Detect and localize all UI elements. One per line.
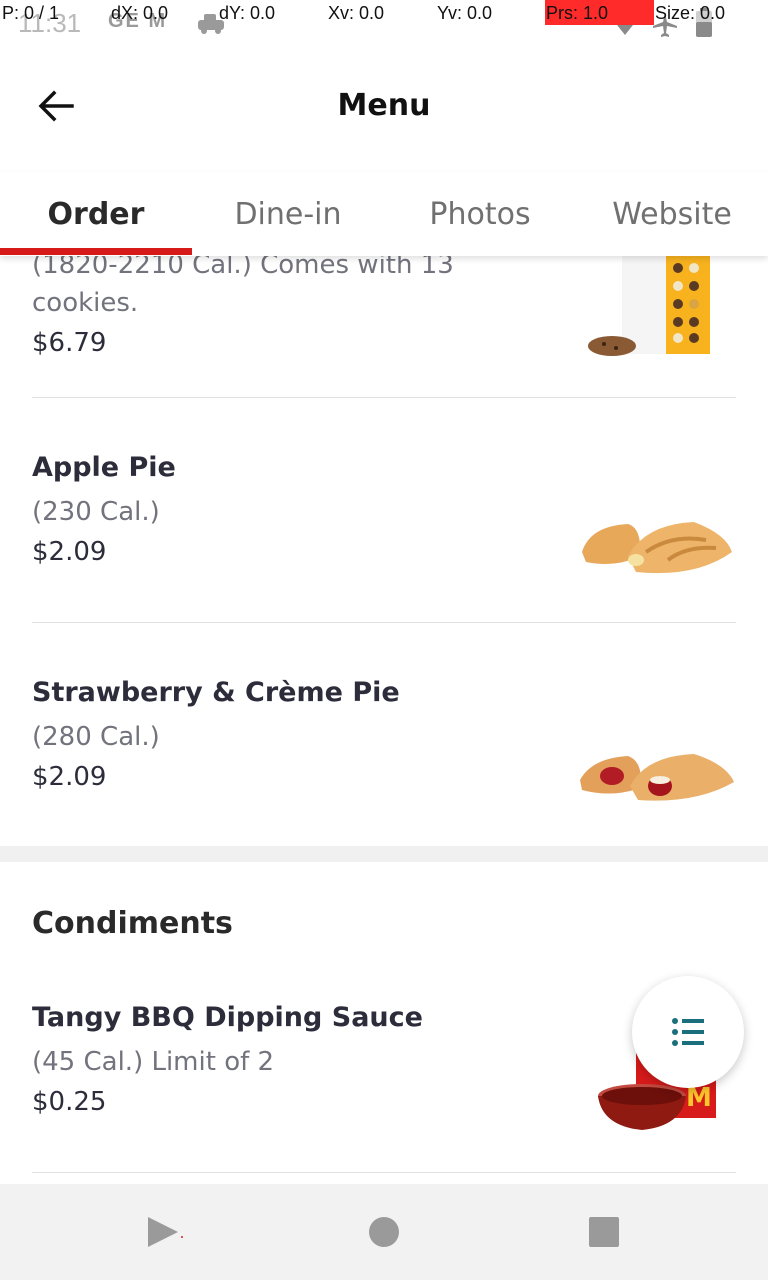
tab-dine-in[interactable]: Dine-in xyxy=(192,172,384,256)
section-separator xyxy=(0,846,768,862)
pointer-debug-overlay: P: 0 / 1 dX: 0.0 dY: 0.0 Xv: 0.0 Yv: 0.0… xyxy=(0,0,768,28)
tab-photos[interactable]: Photos xyxy=(384,172,576,256)
apple-pie-image xyxy=(582,522,732,574)
status-bar: 11:31 GE M P: 0 / 1 dX: 0.0 dY: 0.0 Xv: … xyxy=(0,0,768,40)
divider xyxy=(32,622,736,623)
system-nav-bar xyxy=(0,1184,768,1280)
app-bar: Menu xyxy=(0,40,768,170)
overlay-xv: Xv: 0.0 xyxy=(328,3,385,23)
overlay-size: Size: 0.0 xyxy=(655,3,726,23)
overlay-yv: Yv: 0.0 xyxy=(437,3,493,23)
nav-home-icon[interactable] xyxy=(344,1184,424,1280)
tab-order[interactable]: Order xyxy=(0,172,192,256)
tab-website[interactable]: Website xyxy=(576,172,768,256)
divider xyxy=(32,1172,736,1173)
tab-bar: Order Dine-in Photos Website xyxy=(0,172,768,256)
item-description-line-2: cookies. xyxy=(32,288,139,318)
list-icon xyxy=(672,1018,704,1046)
tab-indicator xyxy=(0,248,192,255)
page-title: Menu xyxy=(337,88,431,123)
overlay-p: P: 0 / 1 xyxy=(2,3,60,23)
overlay-dy: dY: 0.0 xyxy=(219,3,276,23)
item-name: Strawberry & Crème Pie xyxy=(32,677,400,708)
cookie-tote-image xyxy=(588,256,710,356)
divider xyxy=(32,397,736,398)
menu-categories-button[interactable] xyxy=(632,976,744,1088)
item-name: Apple Pie xyxy=(32,452,176,483)
section-title-condiments: Condiments xyxy=(32,906,233,941)
nav-back-icon[interactable] xyxy=(142,1184,222,1280)
item-description-line-1: (1820-2210 Cal.) Comes with 13 xyxy=(32,256,454,280)
item-name: Tangy BBQ Dipping Sauce xyxy=(32,1002,423,1033)
overlay-dx: dX: 0.0 xyxy=(111,3,169,23)
overlay-prs: Prs: 1.0 xyxy=(546,3,609,23)
nav-recents-icon[interactable] xyxy=(564,1184,644,1280)
